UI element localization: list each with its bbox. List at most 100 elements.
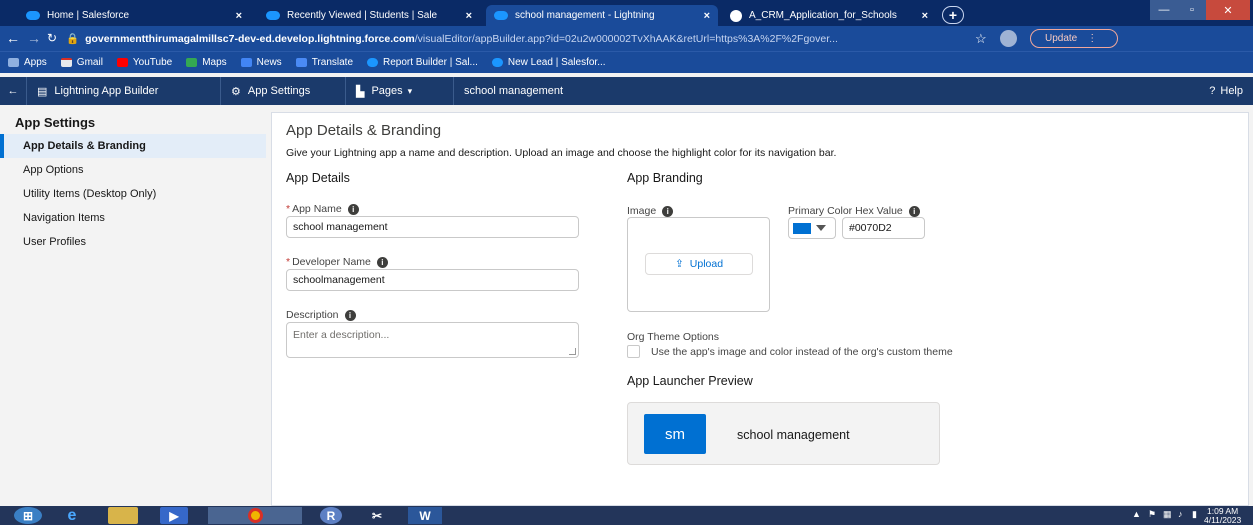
bookmark-label: Apps xyxy=(24,57,47,68)
pages-label: Pages xyxy=(371,85,403,97)
maximize-icon[interactable]: ▫ xyxy=(1178,0,1206,20)
info-icon[interactable]: i xyxy=(662,205,674,217)
system-clock[interactable]: 1:09 AM 4/11/2023 xyxy=(1204,507,1241,525)
app-settings-button[interactable]: ⚙ App Settings xyxy=(221,77,346,105)
profile-avatar[interactable] xyxy=(1000,30,1017,47)
network-icon[interactable]: ▦ xyxy=(1163,509,1172,520)
apps-grid-icon xyxy=(8,58,19,67)
bookmark-youtube[interactable]: YouTube xyxy=(116,57,172,68)
description-textarea[interactable]: Enter a description... xyxy=(286,322,579,358)
address-bar: ← → ↻ 🔒 governmentthirumagalmillsc7-dev-… xyxy=(0,26,1253,51)
close-tab-icon[interactable]: × xyxy=(466,10,472,22)
back-arrow-icon[interactable]: ← xyxy=(6,30,20,46)
show-hidden-icons[interactable]: ▲ xyxy=(1132,509,1141,519)
upload-button[interactable]: ⇪ Upload xyxy=(645,253,753,275)
bookmark-translate[interactable]: Translate xyxy=(295,57,353,68)
minimize-icon[interactable]: — xyxy=(1150,0,1178,20)
description-label-text: Description xyxy=(286,309,339,321)
bookmark-report-builder[interactable]: Report Builder | Sal... xyxy=(367,57,478,68)
windows-taskbar: ⊞ e ▶ R ✂ W ▲ ⚑ ▦ ♪ ▮ 1:09 AM 4/11/2023 xyxy=(0,506,1253,525)
info-icon[interactable]: i xyxy=(908,205,920,217)
browser-tab-students[interactable]: Recently Viewed | Students | Sale × xyxy=(258,5,480,26)
back-arrow-icon: ← xyxy=(7,85,19,97)
flag-icon[interactable]: ⚑ xyxy=(1148,509,1156,520)
close-window-icon[interactable]: ✕ xyxy=(1206,0,1250,20)
app-name-input[interactable]: school management xyxy=(286,216,579,238)
start-button[interactable]: ⊞ xyxy=(14,507,42,524)
builder-title-label: Lightning App Builder xyxy=(54,85,159,97)
sidebar-item-app-details-branding[interactable]: App Details & Branding xyxy=(0,134,266,158)
sidebar-item-app-options[interactable]: App Options xyxy=(0,158,266,182)
maps-icon xyxy=(186,58,198,67)
bookmark-news[interactable]: News xyxy=(240,57,282,68)
sidebar-item-navigation-items[interactable]: Navigation Items xyxy=(0,206,266,230)
org-theme-checkbox[interactable] xyxy=(627,345,640,358)
new-tab-button[interactable]: + xyxy=(942,6,964,24)
back-button[interactable]: ← xyxy=(0,77,27,105)
media-player-icon[interactable]: ▶ xyxy=(160,507,188,524)
page-icon: ▙ xyxy=(356,85,365,98)
help-button[interactable]: ? Help xyxy=(1209,77,1243,105)
browser-tab-school-management[interactable]: school management - Lightning × xyxy=(486,5,718,26)
browser-tab-crm-application[interactable]: A_CRM_Application_for_Schools × xyxy=(722,5,936,26)
bookmark-label: News xyxy=(256,57,282,68)
signal-icon[interactable]: ▮ xyxy=(1192,509,1197,520)
bookmark-maps[interactable]: Maps xyxy=(186,57,227,68)
browser-tab-home[interactable]: Home | Salesforce × xyxy=(18,5,250,26)
org-theme-checkbox-label: Use the app's image and color instead of… xyxy=(651,346,953,358)
bookmark-new-lead[interactable]: New Lead | Salesfor... xyxy=(491,57,606,68)
color-picker-button[interactable] xyxy=(788,217,836,239)
required-marker: * xyxy=(286,256,291,268)
word-icon[interactable]: W xyxy=(408,507,442,524)
developer-name-input[interactable]: schoolmanagement xyxy=(286,269,579,291)
salesforce-cloud-icon xyxy=(26,11,40,20)
app-details-panel: App Details & Branding Give your Lightni… xyxy=(271,112,1249,506)
browser-tab-title: A_CRM_Application_for_Schools xyxy=(749,10,897,21)
primary-color-label-text: Primary Color Hex Value xyxy=(788,205,903,217)
sidebar-title: App Settings xyxy=(15,115,96,130)
news-icon xyxy=(240,58,252,67)
color-hex-input[interactable]: #0070D2 xyxy=(842,217,925,239)
close-tab-icon[interactable]: × xyxy=(236,10,242,22)
gear-icon: ⚙ xyxy=(231,85,241,98)
lock-icon: 🔒 xyxy=(66,33,80,45)
bookmark-star-icon[interactable]: ☆ xyxy=(975,31,987,47)
info-icon[interactable]: i xyxy=(376,256,388,268)
internet-explorer-icon[interactable]: e xyxy=(58,507,86,524)
volume-icon[interactable]: ♪ xyxy=(1178,509,1183,519)
app-launcher-preview-heading: App Launcher Preview xyxy=(627,374,753,388)
bookmark-gmail[interactable]: Gmail xyxy=(60,57,103,68)
update-button[interactable]: Update ⋮ xyxy=(1030,29,1118,48)
builder-title: ▤ Lightning App Builder xyxy=(27,77,221,105)
chevron-down-icon xyxy=(816,225,826,231)
pages-dropdown[interactable]: ▙ Pages ▾ xyxy=(346,77,454,105)
developer-name-label: * Developer Name i xyxy=(286,256,388,268)
bookmark-apps[interactable]: Apps xyxy=(8,57,47,68)
sidebar-item-user-profiles[interactable]: User Profiles xyxy=(0,230,266,254)
update-label: Update xyxy=(1045,33,1078,44)
app-launcher-name: school management xyxy=(737,428,850,442)
page-description: Give your Lightning app a name and descr… xyxy=(286,147,837,159)
description-placeholder: Enter a description... xyxy=(293,329,390,341)
bookmark-label: New Lead | Salesfor... xyxy=(507,57,606,68)
chrome-taskbar-button[interactable] xyxy=(208,507,302,524)
r-app-icon[interactable]: R xyxy=(320,507,342,524)
close-tab-icon[interactable]: × xyxy=(922,10,928,22)
info-icon[interactable]: i xyxy=(344,309,356,321)
snipping-tool-icon[interactable]: ✂ xyxy=(360,507,394,524)
question-icon: ? xyxy=(1209,85,1216,97)
color-swatch xyxy=(793,222,811,234)
globe-icon xyxy=(730,9,742,22)
upload-label: Upload xyxy=(689,258,724,270)
close-tab-icon[interactable]: × xyxy=(704,10,710,22)
sidebar-item-utility-items[interactable]: Utility Items (Desktop Only) xyxy=(0,182,266,206)
forward-arrow-icon[interactable]: → xyxy=(27,30,41,46)
reload-icon[interactable]: ↻ xyxy=(47,31,57,45)
app-branding-heading: App Branding xyxy=(627,171,703,185)
url-field[interactable]: 🔒 governmentthirumagalmillsc7-dev-ed.dev… xyxy=(66,29,971,48)
resize-handle-icon[interactable] xyxy=(569,348,576,355)
info-icon[interactable]: i xyxy=(347,203,359,215)
file-explorer-icon[interactable] xyxy=(108,507,138,524)
bookmarks-bar: Apps Gmail YouTube Maps News Translate R… xyxy=(0,51,1253,73)
app-builder-icon: ▤ xyxy=(37,85,48,98)
